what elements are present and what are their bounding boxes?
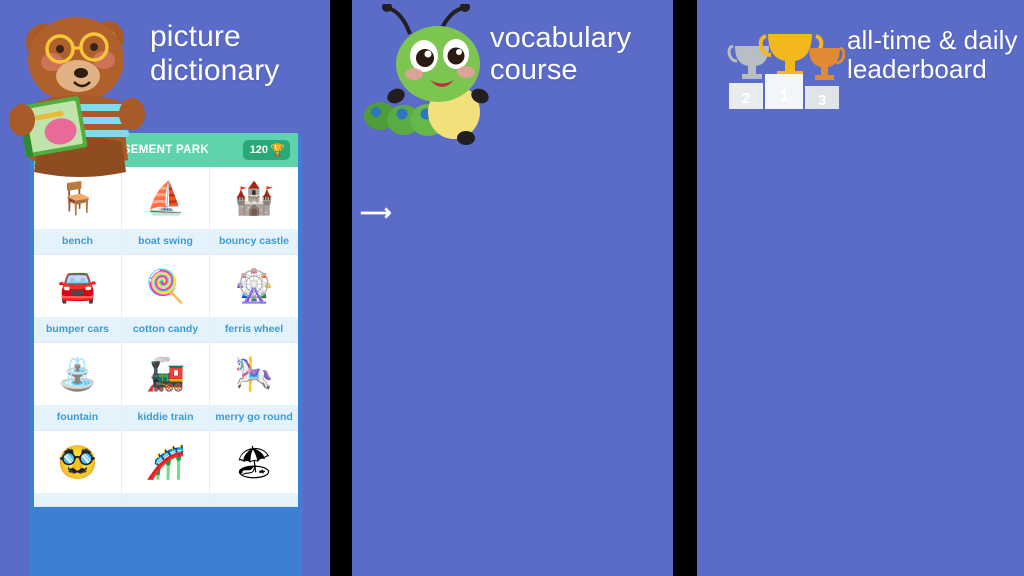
headline-line-2: dictionary <box>150 53 280 87</box>
word-card-label <box>122 493 209 506</box>
merry-go-round-icon: 🎠 <box>210 343 298 405</box>
word-card-label: bumper cars <box>34 317 121 342</box>
fountain-icon: ⛲ <box>34 343 121 405</box>
word-card[interactable]: 🚂 kiddie train <box>122 343 210 431</box>
trophy-icon: 🏆 <box>270 143 285 157</box>
bouncy-castle-icon: 🏰 <box>210 167 298 229</box>
monkey-bars-icon: 🥸 <box>34 431 121 493</box>
word-card[interactable]: 🚘 bumper cars <box>34 255 122 343</box>
dictionary-word-grid: 🪑 bench ⛵ boat swing 🏰 bouncy castle 🚘 bumper c… <box>34 167 298 507</box>
bumper-cars-icon: 🚘 <box>34 255 121 317</box>
word-card-label: cotton candy <box>122 317 209 342</box>
word-card-label: merry go round <box>210 405 298 430</box>
caterpillar-mascot <box>362 2 502 154</box>
coin-count: 120 <box>249 144 269 156</box>
headline-line-2: leaderboard <box>847 54 987 85</box>
panel-vocabulary-course: vocabulary course ⟶ <box>352 0 673 576</box>
word-card[interactable]: 🍭 cotton candy <box>122 255 210 343</box>
word-card-label: fountain <box>34 405 121 430</box>
panel-3-headline: all-time & daily leaderboard <box>847 25 1018 85</box>
word-card[interactable]: 🥸 <box>34 431 122 507</box>
headline-line-1: vocabulary <box>490 22 632 54</box>
svg-text:2: 2 <box>742 90 750 107</box>
panel-1-headline: picture dictionary <box>150 20 279 87</box>
ferris-wheel-icon: 🎡 <box>210 255 298 317</box>
word-card-label <box>34 493 121 506</box>
word-card[interactable]: 🎠 merry go round <box>210 343 298 431</box>
panel-picture-dictionary: picture dictionary AMUSEMENT PARK 120 🏆 … <box>0 0 330 576</box>
word-card-label: bench <box>34 229 121 254</box>
bear-reading-book-mascot <box>8 2 158 177</box>
word-card-label <box>210 493 298 506</box>
roller-coaster-icon: 🎢 <box>122 431 209 493</box>
gutter-left <box>330 0 352 576</box>
word-card[interactable]: 🎢 <box>122 431 210 507</box>
coin-badge[interactable]: 120 🏆 <box>242 140 290 160</box>
panel-leaderboard: all-time & daily leaderboard 2 1 3 <box>697 0 1024 576</box>
screenshot-stage: picture dictionary AMUSEMENT PARK 120 🏆 … <box>0 0 1024 576</box>
word-card[interactable]: ⛵ boat swing <box>122 167 210 255</box>
gutter-right <box>673 0 697 576</box>
panel-2-headline: vocabulary course <box>490 22 631 87</box>
cotton-candy-icon: 🍭 <box>122 255 209 317</box>
word-card[interactable]: 🪑 bench <box>34 167 122 255</box>
word-card-label: ferris wheel <box>210 317 298 342</box>
kiddie-train-icon: 🚂 <box>122 343 209 405</box>
word-card[interactable]: 🏰 bouncy castle <box>210 167 298 255</box>
headline-line-1: all-time & daily <box>847 25 1018 55</box>
word-card-label: kiddie train <box>122 405 209 430</box>
word-card-label: bouncy castle <box>210 229 298 254</box>
word-card-label: boat swing <box>122 229 209 254</box>
trophy-podium-mascot: 2 1 3 <box>725 18 846 113</box>
word-card[interactable]: ⛲ fountain <box>34 343 122 431</box>
word-card[interactable]: 🏖 <box>210 431 298 507</box>
sandbox-icon: 🏖 <box>210 431 298 493</box>
headline-line-2: course <box>490 54 578 87</box>
phone-frame-dictionary: ← AMUSEMENT PARK 120 🏆 🪑bench⛵boat swing… <box>30 133 302 576</box>
word-card[interactable]: 🎡 ferris wheel <box>210 255 298 343</box>
svg-text:1: 1 <box>779 86 788 105</box>
headline-line-1: picture <box>150 20 241 53</box>
svg-text:3: 3 <box>818 92 826 109</box>
pointer-arrow-icon: ⟶ <box>360 200 392 225</box>
